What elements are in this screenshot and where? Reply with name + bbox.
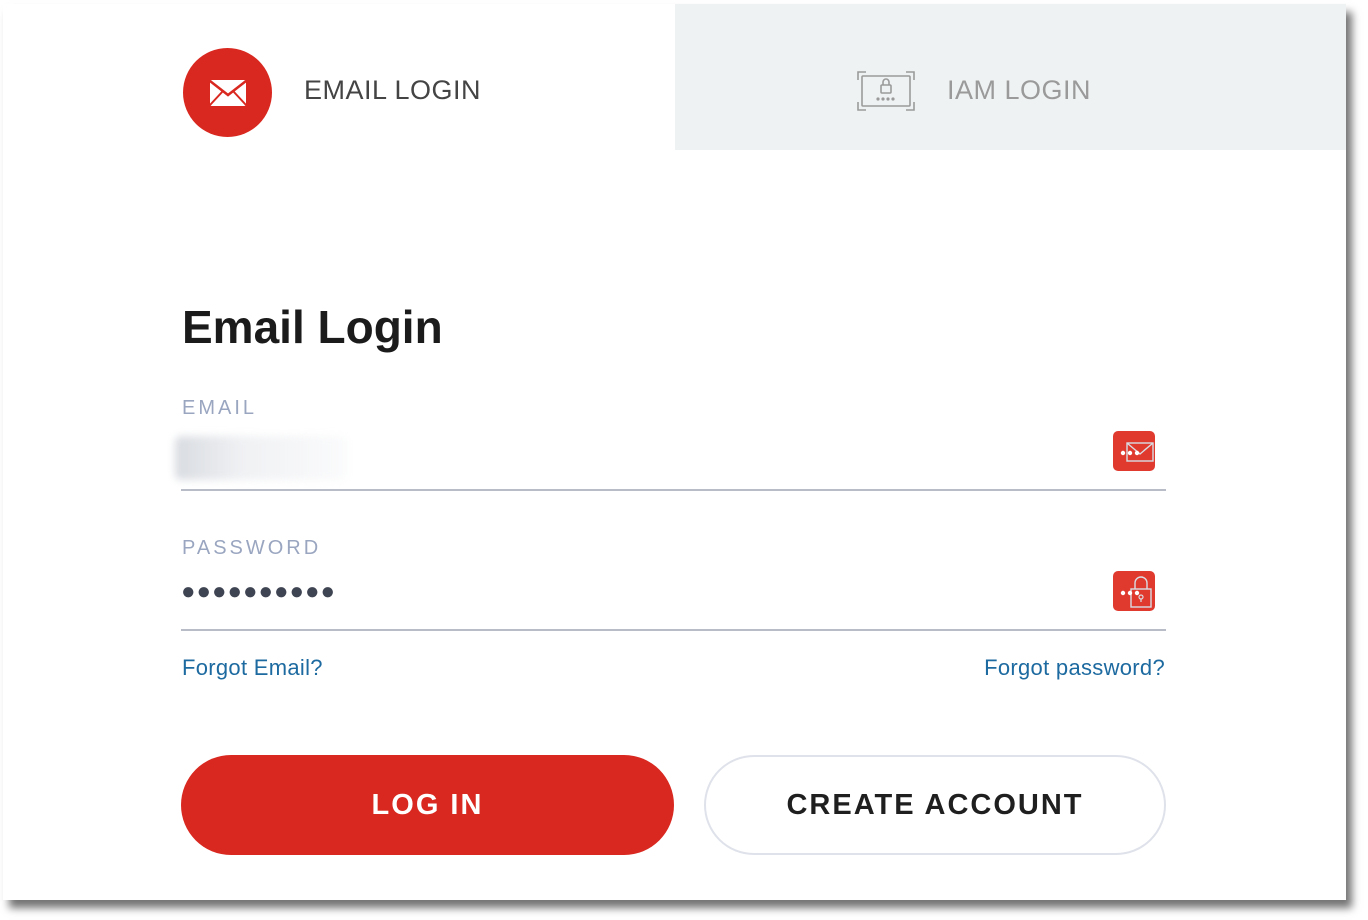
password-underline	[181, 629, 1166, 631]
email-label: EMAIL	[182, 397, 258, 419]
tab-iam-login-label: IAM LOGIN	[947, 75, 1092, 105]
forgot-password-link[interactable]: Forgot password?	[984, 655, 1165, 681]
password-manager-icon[interactable]	[1113, 571, 1155, 611]
login-button[interactable]: LOG IN	[181, 755, 674, 855]
tab-email-login[interactable]: EMAIL LOGIN	[3, 4, 675, 150]
forgot-email-link[interactable]: Forgot Email?	[182, 655, 323, 681]
tab-iam-login[interactable]: IAM LOGIN	[675, 4, 1346, 150]
login-tabs: EMAIL LOGIN IAM LOGIN	[3, 4, 1346, 150]
tab-email-login-label: EMAIL LOGIN	[304, 75, 482, 105]
envelope-icon	[183, 48, 272, 137]
password-label: PASSWORD	[182, 537, 322, 559]
password-manager-icon[interactable]	[1113, 431, 1155, 471]
create-account-button[interactable]: CREATE ACCOUNT	[704, 755, 1166, 855]
keypad-lock-icon	[856, 70, 916, 112]
login-card: EMAIL LOGIN IAM LOGIN Email Login EMAIL …	[3, 4, 1346, 900]
page-title: Email Login	[182, 301, 443, 353]
password-masked-value: ●●●●●●●●●●	[181, 578, 336, 605]
email-field[interactable]	[175, 436, 1087, 476]
email-underline	[181, 489, 1166, 491]
